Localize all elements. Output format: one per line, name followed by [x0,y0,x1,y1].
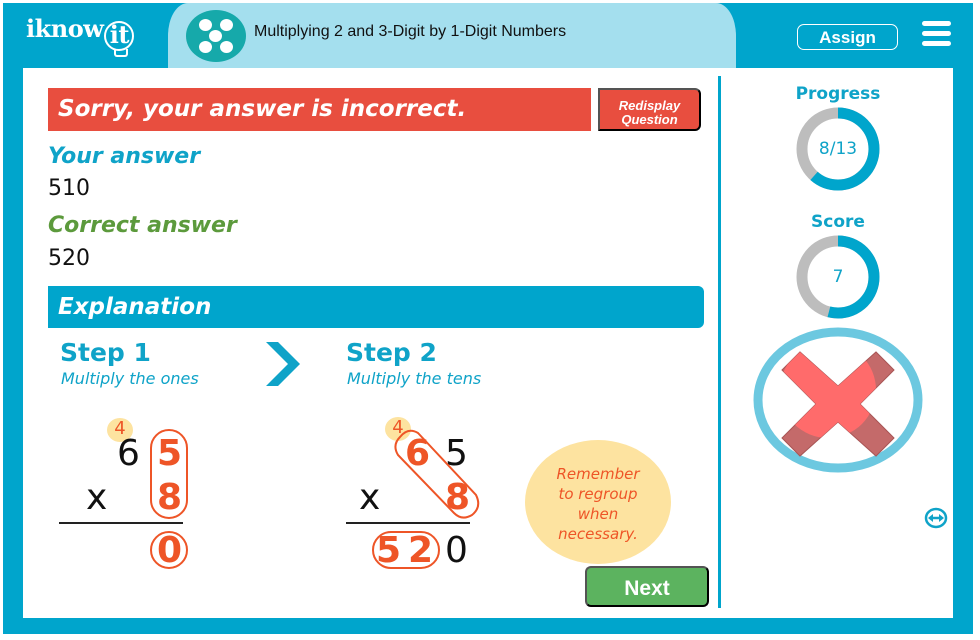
redisplay-label-line1: Redisplay [618,98,681,113]
score-label: Score [811,212,865,232]
diagonal-highlight-oval [394,429,480,519]
reminder-line: when [577,505,619,523]
step-2-subtitle: Multiply the tens [347,369,482,388]
redisplay-label-line2: Question [621,112,678,127]
result-oval [372,531,440,569]
correct-answer-value: 520 [48,246,90,271]
topic-title: Multiplying 2 and 3-Digit by 1-Digit Num… [254,23,567,40]
logo-bulb-text: it [109,20,130,49]
highlight-oval [150,429,188,519]
progress-label: Progress [795,84,881,104]
sidebar-divider [718,76,721,608]
sum-line [346,522,470,524]
result-digit-ones: 0 [445,530,468,571]
correct-answer-label: Correct answer [48,213,237,238]
iknowit-logo[interactable]: iknow it [26,14,135,57]
hamburger-menu-icon[interactable] [922,21,951,47]
redisplay-question-button[interactable]: Redisplay Question [598,88,701,131]
incorrect-banner: Sorry, your answer is incorrect. [48,88,591,131]
incorrect-x-icon [753,327,923,473]
next-button[interactable]: Next [585,566,709,607]
regroup-reminder-bubble: Remember to regroup when necessary. [525,440,671,564]
multiply-operator: x [359,477,381,518]
step-1-subtitle: Multiply the ones [61,369,199,388]
reminder-line: Remember [556,465,640,483]
reminder-line: necessary. [558,525,638,543]
your-answer-value: 510 [48,176,90,201]
step-1-title: Step 1 [60,338,151,367]
five-dots-icon [186,10,246,62]
your-answer-label: Your answer [48,144,201,169]
explanation-header: Explanation [48,286,704,328]
lightbulb-icon: it [104,20,135,57]
chevron-right-icon [266,342,300,386]
step-2-title: Step 2 [346,338,437,367]
logo-text: iknow [26,14,104,43]
assign-button[interactable]: Assign [797,24,898,50]
multiply-operator: x [86,477,108,518]
top-digit-tens: 6 [117,433,140,474]
result-oval [150,531,188,569]
reminder-line: to regroup [558,485,638,503]
score-value: 7 [832,267,844,287]
resize-horizontal-icon[interactable] [924,507,948,529]
sum-line [59,522,183,524]
progress-value: 8/13 [818,139,858,159]
